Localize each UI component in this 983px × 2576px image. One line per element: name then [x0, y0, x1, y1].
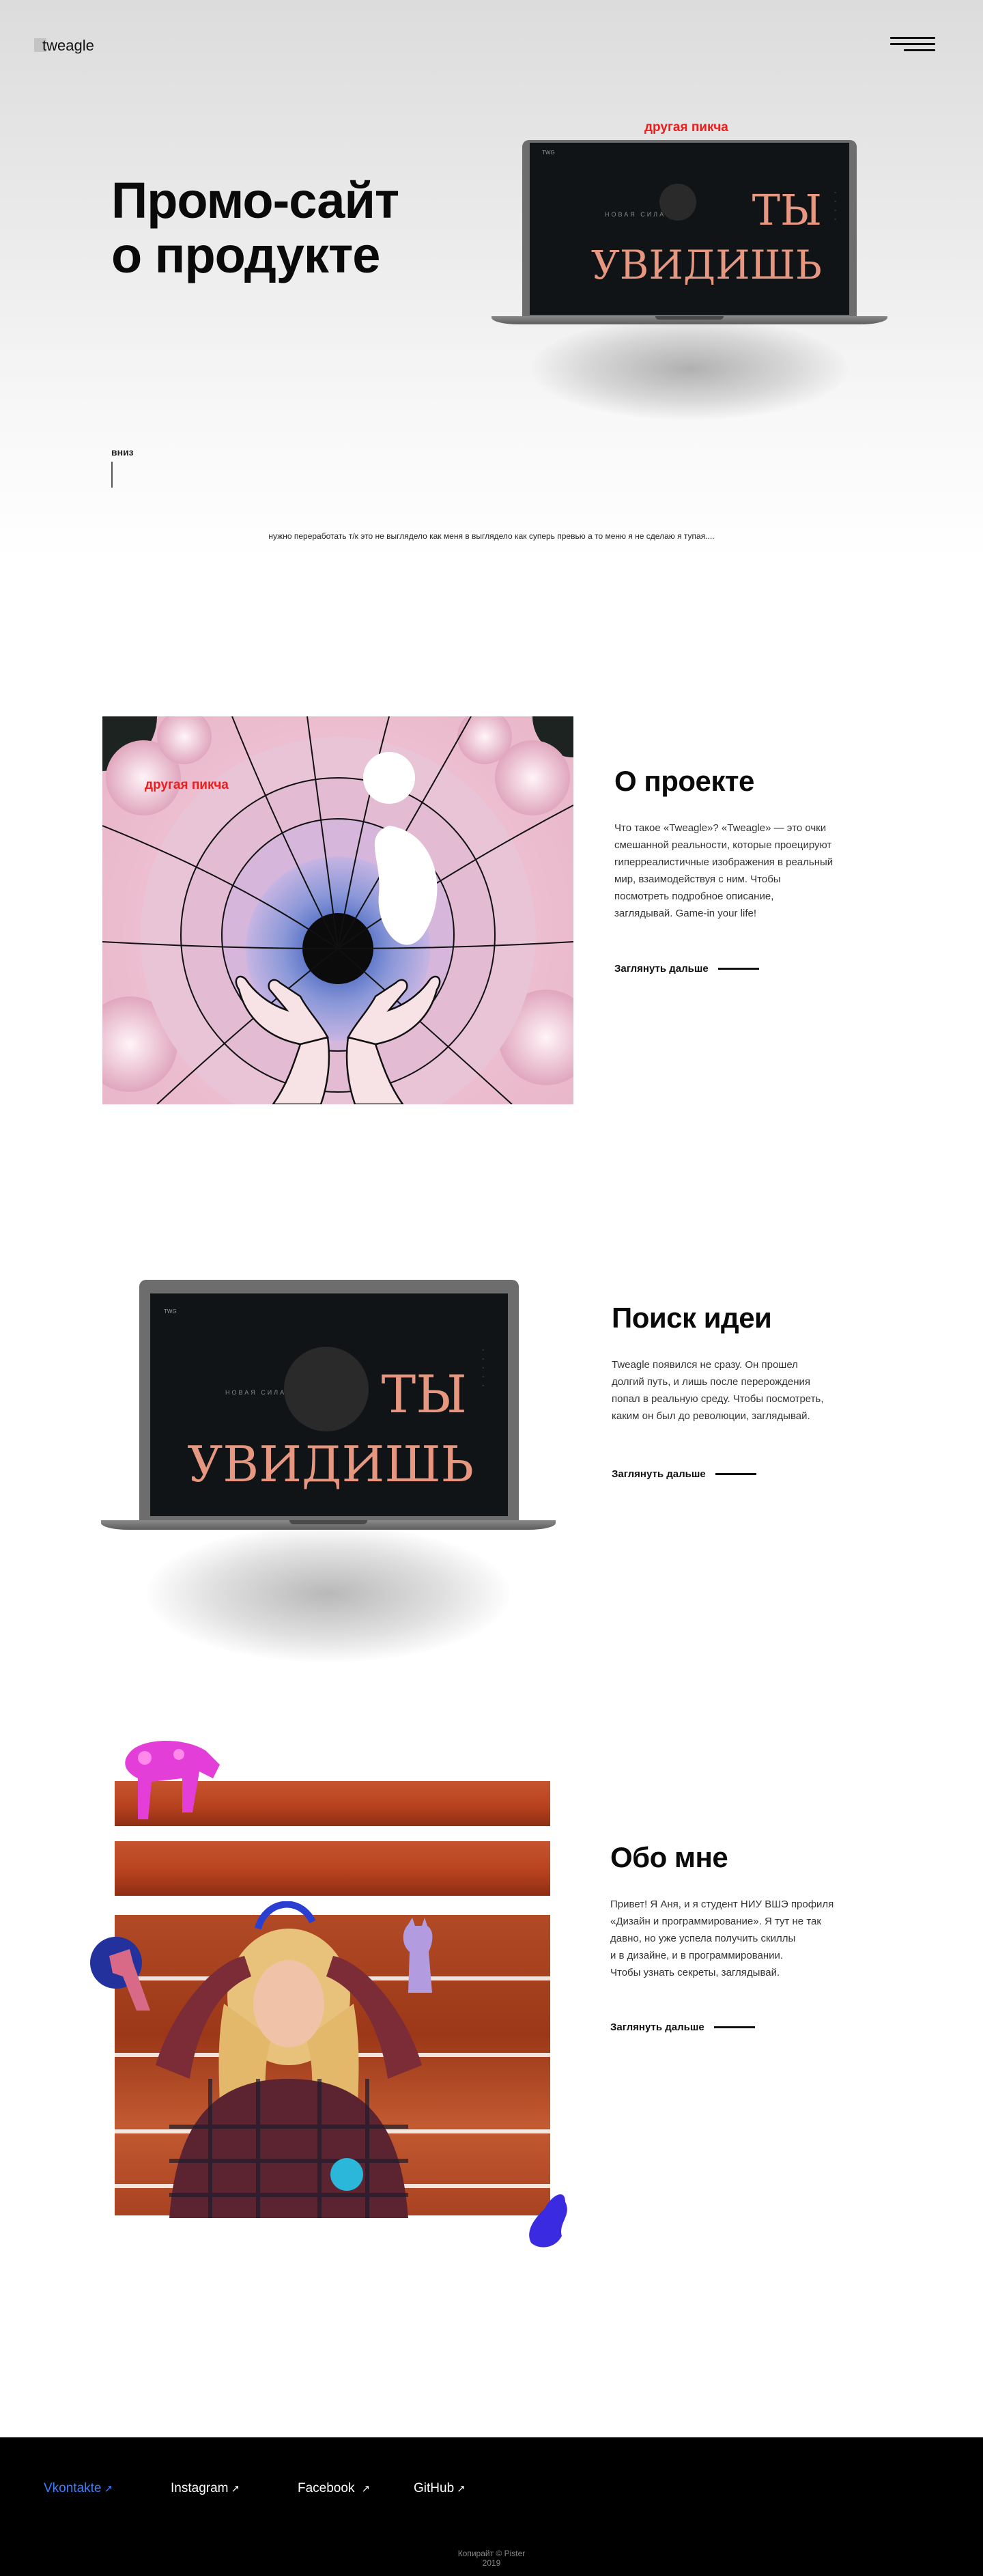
- arrow-line-icon: [713, 2026, 755, 2028]
- project-image-caption: другая пикча: [145, 778, 229, 792]
- arrow-line-icon: [717, 968, 759, 970]
- title-line-2: о продукте: [111, 227, 380, 283]
- footer: Vkontakte ↗ Instagram ↗ Facebook ↗ GitHub ↗ …: [0, 2437, 983, 2576]
- copyright: Копирайт © Pister 2019: [0, 2549, 983, 2568]
- idea-laptop-screen: TWG НОВАЯ СИЛА ТЫ УВИДИШЬ ◦ ◦ ◦ ◦ ◦: [150, 1293, 508, 1516]
- idea-title: Поиск идеи: [612, 1302, 772, 1334]
- hamburger-icon[interactable]: [890, 37, 935, 52]
- arrow-up-right-icon: ↗: [104, 2483, 113, 2495]
- scroll-down-label[interactable]: вниз: [111, 447, 134, 458]
- vkontakte-link[interactable]: Vkontakte ↗: [44, 2481, 113, 2496]
- page-title: Промо-сайт о продукте: [111, 173, 466, 283]
- hero-section: tweagle Промо-сайт о продукте другая пик…: [0, 0, 983, 560]
- about-me-text: Привет! Я Аня, и я студент НИУ ВШЭ профи…: [610, 1899, 834, 1978]
- screen-small-text: НОВАЯ СИЛА: [225, 1389, 287, 1396]
- screen-text-line1: ТЫ: [381, 1364, 467, 1425]
- screen-text-line1: ТЫ: [752, 185, 822, 235]
- more-link-label: Заглянуть дальше: [610, 2021, 704, 2033]
- idea-laptop-mockup: TWG НОВАЯ СИЛА ТЫ УВИДИШЬ ◦ ◦ ◦ ◦ ◦: [101, 1280, 556, 1662]
- about-project-title: О проекте: [614, 765, 754, 797]
- screen-text-line2: УВИДИШЬ: [590, 242, 822, 288]
- idea-text: Tweagle появился не сразу. Он прошел дол…: [612, 1359, 824, 1422]
- screen-corner-text: TWG: [542, 150, 555, 156]
- about-me-title: Обо мне: [610, 1841, 728, 1873]
- screen-small-text: НОВАЯ СИЛА: [605, 211, 666, 218]
- more-link-label: Заглянуть дальше: [612, 1468, 706, 1480]
- about-me-collage: [90, 1741, 567, 2248]
- eye-artwork: другая пикча: [102, 716, 573, 1104]
- hero-laptop-mockup: TWG НОВАЯ СИЛА ТЫ УВИДИШЬ ◦ ◦ ◦ ◦: [492, 140, 887, 440]
- arrow-line-icon: [715, 1473, 756, 1475]
- pink-cow-sticker: [125, 1741, 220, 1819]
- giraffe-sticker: [90, 1937, 150, 2011]
- copyright-line-1: Копирайт © Pister: [457, 2549, 526, 2558]
- laptop-screen: TWG НОВАЯ СИЛА ТЫ УВИДИШЬ ◦ ◦ ◦ ◦: [530, 143, 849, 315]
- arrow-up-right-icon: ↗: [231, 2483, 240, 2495]
- github-link[interactable]: GitHub ↗: [414, 2481, 466, 2496]
- screen-text-line2: УВИДИШЬ: [187, 1436, 474, 1493]
- more-link-label: Заглянуть дальше: [614, 963, 709, 975]
- about-project-text: Что такое «Tweagle»? «Tweagle» — это очк…: [614, 822, 834, 919]
- hero-note: нужно переработать т/к это не выглядело …: [268, 531, 715, 541]
- instagram-link[interactable]: Instagram ↗: [171, 2481, 240, 2496]
- screen-corner-text: TWG: [164, 1308, 177, 1315]
- blue-splash-sticker: [529, 2194, 567, 2248]
- llama-sticker: [403, 1918, 433, 1993]
- arrow-up-right-icon: ↗: [457, 2483, 466, 2495]
- eye-illustration: [102, 716, 573, 1104]
- facebook-link[interactable]: Facebook ↗: [298, 2481, 370, 2496]
- arrow-up-right-icon: ↗: [361, 2483, 371, 2495]
- hero-image-caption: другая пикча: [644, 120, 728, 135]
- logo[interactable]: tweagle: [34, 36, 98, 54]
- about-me-more-link[interactable]: Заглянуть дальше: [610, 2021, 755, 2033]
- copyright-year: 2019: [482, 2558, 501, 2568]
- idea-more-link[interactable]: Заглянуть дальше: [612, 1468, 756, 1480]
- title-line-1: Промо-сайт: [111, 172, 399, 229]
- about-project-more-link[interactable]: Заглянуть дальше: [614, 963, 759, 975]
- scroll-down-line: [111, 462, 113, 488]
